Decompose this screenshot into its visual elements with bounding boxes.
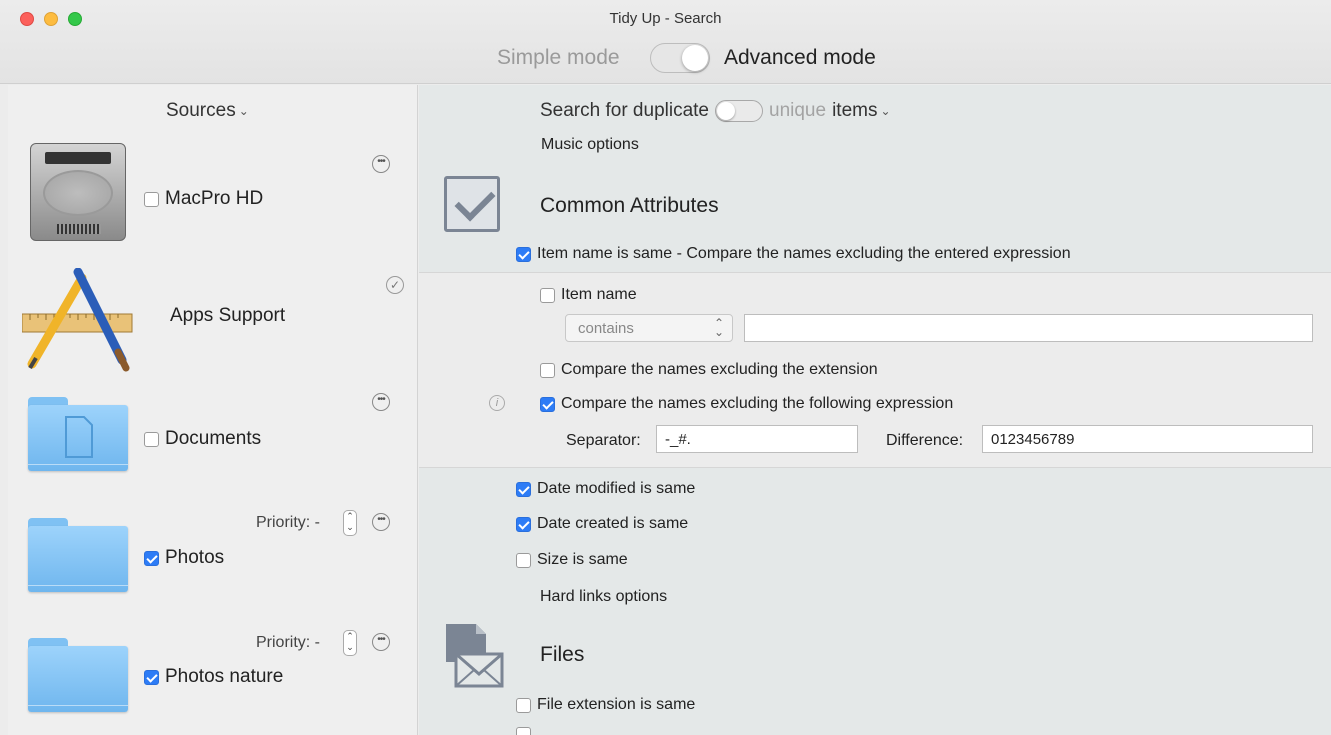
size-same-label: Size is same xyxy=(537,551,628,568)
size-same-checkbox[interactable] xyxy=(516,552,531,568)
source-label: Apps Support xyxy=(170,305,286,326)
search-for-label: Search for duplicate xyxy=(540,100,709,121)
separator-label: Separator: xyxy=(566,432,641,449)
more-icon[interactable]: ••• xyxy=(372,155,390,173)
source-macpro-hd[interactable]: MacPro HD xyxy=(144,188,263,210)
partial-option-row[interactable] xyxy=(516,727,531,735)
exclude-expression-option[interactable]: Compare the names excluding the followin… xyxy=(540,395,953,413)
applications-icon xyxy=(22,268,133,372)
source-apps-support[interactable]: Apps Support xyxy=(170,305,285,327)
toggle-knob xyxy=(682,45,708,71)
sources-menu[interactable]: Sources ⌄ xyxy=(166,100,249,122)
source-label: Photos nature xyxy=(165,666,284,687)
source-photos[interactable]: Photos xyxy=(144,547,224,569)
item-name-checkbox[interactable] xyxy=(540,287,555,303)
chevron-down-icon: ⌄ xyxy=(238,103,249,118)
window-title: Tidy Up - Search xyxy=(609,10,722,27)
duplicate-unique-toggle[interactable] xyxy=(715,100,763,122)
size-same-option[interactable]: Size is same xyxy=(516,551,628,569)
date-created-label: Date created is same xyxy=(537,515,689,532)
partial-option-checkbox[interactable] xyxy=(516,727,531,735)
search-mode-row: Search for duplicate unique items ⌄ xyxy=(540,100,891,122)
item-name-option[interactable]: Item name xyxy=(540,286,637,304)
source-checkbox[interactable] xyxy=(144,550,159,566)
difference-input[interactable]: 0123456789 xyxy=(982,425,1313,453)
more-icon[interactable]: ••• xyxy=(372,513,390,531)
select-value: contains xyxy=(578,320,634,337)
unique-label[interactable]: unique xyxy=(769,100,826,122)
info-icon[interactable]: i xyxy=(489,395,505,411)
date-modified-checkbox[interactable] xyxy=(516,481,531,497)
priority-label: Priority: - xyxy=(256,514,320,531)
up-down-arrows-icon: ⌃ ⌄ xyxy=(713,316,724,339)
simple-mode-label[interactable]: Simple mode xyxy=(497,46,620,70)
priority-stepper[interactable]: ⌃ ⌄ xyxy=(343,630,357,656)
separator-input[interactable]: -_#. xyxy=(656,425,858,453)
source-photos-nature[interactable]: Photos nature xyxy=(144,666,283,688)
folder-icon xyxy=(28,638,128,712)
common-attributes-title: Common Attributes xyxy=(540,194,719,217)
exclude-extension-label: Compare the names excluding the extensio… xyxy=(561,361,878,378)
file-extension-same-option[interactable]: File extension is same xyxy=(516,696,695,714)
date-modified-label: Date modified is same xyxy=(537,480,696,497)
date-created-checkbox[interactable] xyxy=(516,516,531,532)
more-icon[interactable]: ••• xyxy=(372,393,390,411)
exclude-extension-option[interactable]: Compare the names excluding the extensio… xyxy=(540,361,878,379)
documents-folder-icon xyxy=(28,397,128,471)
files-title: Files xyxy=(540,643,585,666)
hard-links-options-link[interactable]: Hard links options xyxy=(540,588,667,606)
date-modified-option[interactable]: Date modified is same xyxy=(516,480,695,498)
items-label: items xyxy=(832,100,878,121)
more-icon[interactable]: ••• xyxy=(372,633,390,651)
music-options-link[interactable]: Music options xyxy=(541,136,639,154)
file-extension-same-checkbox[interactable] xyxy=(516,697,531,713)
common-attributes-icon xyxy=(444,176,500,232)
mode-toggle[interactable] xyxy=(650,43,710,73)
source-label: Photos xyxy=(165,547,225,568)
advanced-mode-label[interactable]: Advanced mode xyxy=(724,46,876,70)
file-extension-same-label: File extension is same xyxy=(537,696,696,713)
item-name-condition-select[interactable]: contains ⌃ ⌄ xyxy=(565,314,733,342)
source-label: Documents xyxy=(165,428,262,449)
difference-label: Difference: xyxy=(886,432,964,449)
exclude-expression-label: Compare the names excluding the followin… xyxy=(561,395,954,412)
chevron-down-icon: ⌄ xyxy=(880,103,891,118)
item-name-same-checkbox[interactable] xyxy=(516,246,531,262)
item-name-same-label: Item name is same - Compare the names ex… xyxy=(537,245,1071,262)
files-icon xyxy=(446,624,504,688)
items-menu[interactable]: items ⌄ xyxy=(832,100,890,122)
source-checkbox[interactable] xyxy=(144,191,159,207)
priority-label: Priority: - xyxy=(256,634,320,651)
sources-label: Sources xyxy=(166,100,236,121)
item-name-input[interactable] xyxy=(744,314,1313,342)
hard-drive-icon xyxy=(30,143,126,241)
exclude-extension-checkbox[interactable] xyxy=(540,362,555,378)
item-name-same-option[interactable]: Item name is same - Compare the names ex… xyxy=(516,245,1071,263)
source-label: MacPro HD xyxy=(165,188,264,209)
priority-stepper[interactable]: ⌃ ⌄ xyxy=(343,510,357,536)
source-checkbox[interactable] xyxy=(144,431,159,447)
source-checkbox[interactable] xyxy=(144,669,159,685)
exclude-expression-checkbox[interactable] xyxy=(540,396,555,412)
title-bar: Tidy Up - Search Simple mode Advanced mo… xyxy=(0,0,1331,84)
item-name-label: Item name xyxy=(561,286,637,303)
date-created-option[interactable]: Date created is same xyxy=(516,515,688,533)
checkmark-icon[interactable]: ✓ xyxy=(386,276,404,294)
folder-icon xyxy=(28,518,128,592)
source-documents[interactable]: Documents xyxy=(144,428,261,450)
